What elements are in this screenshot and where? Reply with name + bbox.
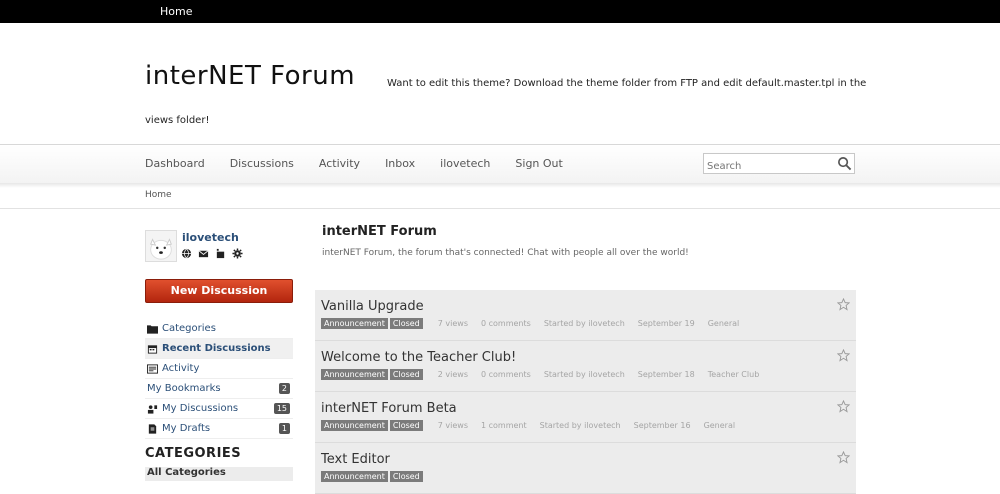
star-icon[interactable] bbox=[837, 298, 850, 311]
view-count: 2 views bbox=[437, 370, 468, 379]
discussion-title[interactable]: Vanilla Upgrade bbox=[321, 299, 424, 314]
globe-icon[interactable] bbox=[181, 248, 192, 259]
tag-announcement: Announcement bbox=[321, 369, 388, 380]
site-tagline: Want to edit this theme? Download the th… bbox=[387, 78, 867, 89]
discussion-category[interactable]: General bbox=[704, 421, 736, 430]
started-by[interactable]: Started by ilovetech bbox=[544, 319, 625, 328]
discussion-row[interactable]: Text Editor Announcement Closed bbox=[315, 443, 856, 494]
discussion-date: September 19 bbox=[637, 319, 695, 328]
dog-avatar-icon bbox=[146, 231, 176, 261]
top-bar: Home bbox=[0, 0, 1000, 23]
view-count: 7 views bbox=[437, 319, 468, 328]
discussion-title[interactable]: interNET Forum Beta bbox=[321, 401, 457, 416]
discussion-meta: Announcement Closed 7 views 1 comment St… bbox=[321, 420, 735, 431]
discussion-title[interactable]: Welcome to the Teacher Club! bbox=[321, 350, 516, 365]
category-item-all[interactable]: All Categories bbox=[145, 467, 293, 481]
menu-bar: Dashboard Discussions Activity Inbox ilo… bbox=[0, 144, 1000, 188]
star-icon[interactable] bbox=[837, 400, 850, 413]
search-icon[interactable] bbox=[837, 156, 852, 171]
menu-activity[interactable]: Activity bbox=[319, 157, 360, 170]
search-input[interactable] bbox=[704, 157, 834, 176]
menu-inbox[interactable]: Inbox bbox=[385, 157, 415, 170]
search-box bbox=[703, 153, 855, 176]
folder-icon bbox=[147, 324, 158, 334]
discussion-date: September 16 bbox=[633, 421, 691, 430]
categories-heading: CATEGORIES bbox=[145, 446, 242, 461]
tag-closed: Closed bbox=[389, 369, 423, 380]
avatar[interactable] bbox=[145, 230, 177, 262]
comment-count: 0 comments bbox=[481, 319, 531, 328]
sidebar-item-my-drafts[interactable]: My Drafts 1 bbox=[145, 419, 293, 439]
sidebar-item-my-bookmarks[interactable]: My Bookmarks 2 bbox=[145, 379, 293, 399]
activity-icon bbox=[147, 363, 158, 374]
discussion-row[interactable]: Vanilla Upgrade Announcement Closed 7 vi… bbox=[315, 290, 856, 341]
banner: interNET Forum Want to edit this theme? … bbox=[0, 23, 1000, 144]
menu-sign-out[interactable]: Sign Out bbox=[515, 157, 562, 170]
sidebar-item-my-discussions[interactable]: My Discussions 15 bbox=[145, 399, 293, 419]
menu-discussions[interactable]: Discussions bbox=[230, 157, 294, 170]
breadcrumb[interactable]: Home bbox=[145, 190, 172, 200]
calendar-icon bbox=[147, 344, 158, 354]
sidebar-item-label: Categories bbox=[162, 323, 216, 334]
main-menu: Dashboard Discussions Activity Inbox ilo… bbox=[145, 157, 588, 170]
discussion-date: September 18 bbox=[637, 370, 695, 379]
site-title[interactable]: interNET Forum bbox=[145, 61, 355, 91]
sidebar-item-label: My Drafts bbox=[162, 423, 211, 434]
menu-profile[interactable]: ilovetech bbox=[440, 157, 490, 170]
menu-dashboard[interactable]: Dashboard bbox=[145, 157, 205, 170]
sidebar-item-label: Recent Discussions bbox=[162, 343, 271, 354]
sidebar-item-recent-discussions[interactable]: Recent Discussions bbox=[145, 339, 293, 359]
sidebar-item-label: My Bookmarks bbox=[147, 383, 221, 394]
discussion-row[interactable]: interNET Forum Beta Announcement Closed … bbox=[315, 392, 856, 443]
discussion-meta: Announcement Closed 2 views 0 comments S… bbox=[321, 369, 759, 380]
discussion-category[interactable]: General bbox=[708, 319, 740, 328]
discussions-count-badge: 15 bbox=[273, 403, 290, 414]
page-description: interNET Forum, the forum that's connect… bbox=[322, 248, 689, 258]
sidebar-item-categories[interactable]: Categories bbox=[145, 319, 293, 339]
comment-count: 0 comments bbox=[481, 370, 531, 379]
bookmark-icon[interactable] bbox=[215, 248, 226, 259]
mail-icon[interactable] bbox=[198, 248, 209, 259]
bookmarks-count-badge: 2 bbox=[278, 383, 290, 394]
gear-icon[interactable] bbox=[232, 248, 243, 259]
star-icon[interactable] bbox=[837, 349, 850, 362]
username[interactable]: ilovetech bbox=[182, 231, 239, 244]
discussion-meta: Announcement Closed 7 views 0 comments S… bbox=[321, 318, 739, 329]
started-by[interactable]: Started by ilovetech bbox=[544, 370, 625, 379]
tag-closed: Closed bbox=[389, 420, 423, 431]
comment-count: 1 comment bbox=[481, 421, 527, 430]
discussion-category[interactable]: Teacher Club bbox=[708, 370, 760, 379]
tag-announcement: Announcement bbox=[321, 318, 388, 329]
page-title: interNET Forum bbox=[322, 224, 437, 239]
sidebar-item-label: Activity bbox=[162, 363, 200, 374]
drafts-count-badge: 1 bbox=[278, 423, 290, 434]
discussion-row[interactable]: Welcome to the Teacher Club! Announcemen… bbox=[315, 341, 856, 392]
top-home-link[interactable]: Home bbox=[160, 5, 192, 18]
discussion-title[interactable]: Text Editor bbox=[321, 452, 390, 467]
site-tagline-continued: views folder! bbox=[145, 115, 210, 126]
sidebar-nav: Categories Recent Discussions Activity M… bbox=[145, 319, 293, 439]
discussion-list: Vanilla Upgrade Announcement Closed 7 vi… bbox=[315, 290, 856, 494]
tag-closed: Closed bbox=[389, 318, 423, 329]
new-discussion-button[interactable]: New Discussion bbox=[145, 279, 293, 303]
discussions-icon bbox=[147, 404, 158, 414]
star-icon[interactable] bbox=[837, 451, 850, 464]
started-by[interactable]: Started by ilovetech bbox=[540, 421, 621, 430]
view-count: 7 views bbox=[437, 421, 468, 430]
draft-icon bbox=[148, 423, 157, 434]
breadcrumb-divider bbox=[0, 208, 1000, 209]
tag-announcement: Announcement bbox=[321, 420, 388, 431]
user-icons bbox=[181, 248, 243, 259]
sidebar-item-label: My Discussions bbox=[162, 403, 239, 414]
category-label: All Categories bbox=[147, 467, 226, 478]
sidebar-item-activity[interactable]: Activity bbox=[145, 359, 293, 379]
